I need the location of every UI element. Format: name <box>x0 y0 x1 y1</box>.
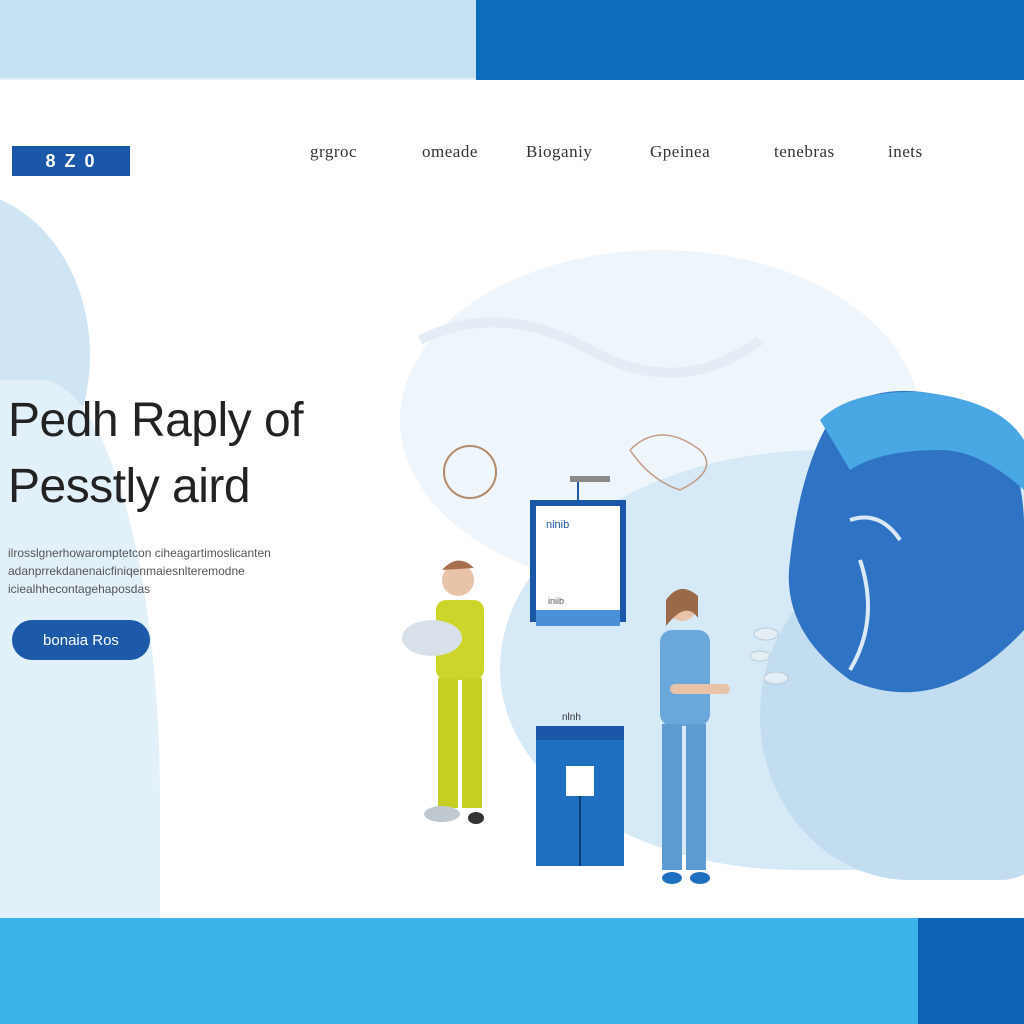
bottom-bar-accent <box>918 918 1024 1024</box>
device-label: nlnh <box>562 712 581 723</box>
nav-item-2[interactable]: omeade <box>422 142 478 162</box>
top-bar-left <box>0 0 476 78</box>
worker-figure <box>402 560 484 824</box>
nav-item-5[interactable]: tenebras <box>774 142 835 162</box>
hero-headline-line1: Pedh Raply of <box>8 394 304 447</box>
ornament-circle <box>443 445 497 499</box>
nav-item-1[interactable]: grgroc <box>310 142 357 162</box>
poster-title: ninib <box>546 519 569 531</box>
nurse-figure <box>660 588 730 884</box>
equipment-unit: nlnh <box>536 712 624 866</box>
background-sketch <box>417 317 763 378</box>
hero-description: ilrosslgnerhowaromptetcon ciheagartimosl… <box>8 546 271 596</box>
nav-item-3[interactable]: Bioganiy <box>526 142 592 162</box>
hero-illustration: ninib iniib nlnh <box>402 317 1024 884</box>
ornament-scribble <box>629 434 708 491</box>
top-bar-right <box>476 0 1024 80</box>
face-profile <box>788 390 1024 693</box>
nav-item-6[interactable]: inets <box>888 142 923 162</box>
poster-caption: iniib <box>548 596 564 606</box>
poster-board: ninib iniib <box>530 476 626 626</box>
landing-page: 8 Z 0 grgroc omeade Bioganiy Gpeinea ten… <box>0 80 1024 918</box>
hero-headline: Pedh Raply of Pesstly aird <box>8 388 398 520</box>
bottom-bar <box>0 918 1024 1024</box>
cta-button[interactable]: bonaia Ros <box>12 620 150 660</box>
main-nav: grgroc omeade Bioganiy Gpeinea tenebras … <box>310 142 960 166</box>
nav-item-4[interactable]: Gpeinea <box>650 142 710 162</box>
pill-icons <box>749 627 789 685</box>
brand-logo[interactable]: 8 Z 0 <box>12 146 130 176</box>
hero-headline-line2: Pesstly aird <box>8 460 251 513</box>
